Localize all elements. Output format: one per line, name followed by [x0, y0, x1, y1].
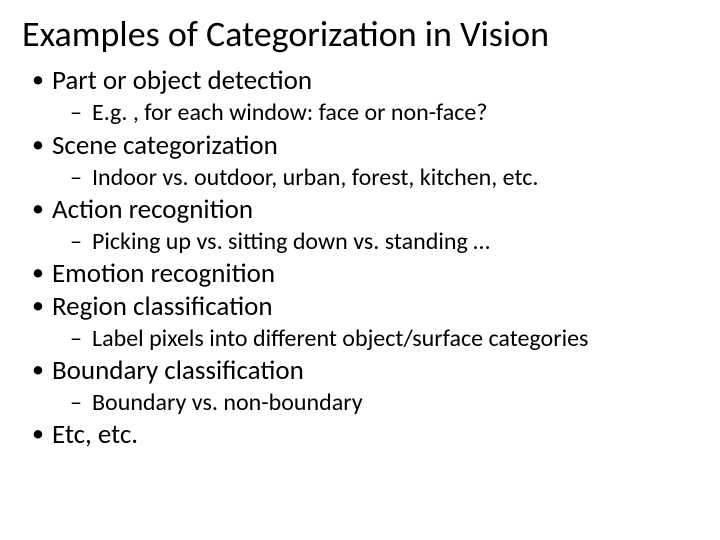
- bullet-text: Part or object detection: [52, 64, 312, 97]
- bullet-text: Etc, etc.: [52, 418, 138, 451]
- bullet-item: Boundary classification Boundary vs. non…: [26, 355, 698, 417]
- sub-item: Indoor vs. outdoor, urban, forest, kitch…: [70, 163, 698, 192]
- sub-item: Label pixels into different object/surfa…: [70, 324, 698, 353]
- bullet-item: Part or object detection E.g. , for each…: [26, 65, 698, 127]
- bullet-item: Emotion recognition: [26, 258, 698, 291]
- bullet-text: Region classification: [52, 290, 273, 323]
- slide-title: Examples of Categorization in Vision: [22, 14, 698, 55]
- bullet-item: Region classification Label pixels into …: [26, 291, 698, 353]
- sub-list: Indoor vs. outdoor, urban, forest, kitch…: [52, 163, 698, 192]
- sub-text: Label pixels into different object/surfa…: [92, 324, 588, 353]
- slide: Examples of Categorization in Vision Par…: [0, 0, 720, 540]
- bullet-text: Emotion recognition: [52, 257, 275, 290]
- bullet-item: Etc, etc.: [26, 419, 698, 452]
- sub-text: Boundary vs. non-boundary: [92, 388, 363, 417]
- bullet-item: Action recognition Picking up vs. sittin…: [26, 194, 698, 256]
- bullet-text: Boundary classification: [52, 354, 304, 387]
- bullet-list: Part or object detection E.g. , for each…: [22, 65, 698, 452]
- sub-list: Boundary vs. non-boundary: [52, 388, 698, 417]
- sub-list: E.g. , for each window: face or non-face…: [52, 98, 698, 127]
- sub-text: E.g. , for each window: face or non-face…: [92, 98, 487, 127]
- bullet-text: Scene categorization: [52, 129, 278, 162]
- sub-text: Indoor vs. outdoor, urban, forest, kitch…: [92, 163, 538, 192]
- sub-list: Label pixels into different object/surfa…: [52, 324, 698, 353]
- sub-item: Boundary vs. non-boundary: [70, 388, 698, 417]
- sub-list: Picking up vs. sitting down vs. standing…: [52, 227, 698, 256]
- sub-item: Picking up vs. sitting down vs. standing…: [70, 227, 698, 256]
- bullet-item: Scene categorization Indoor vs. outdoor,…: [26, 130, 698, 192]
- sub-item: E.g. , for each window: face or non-face…: [70, 98, 698, 127]
- bullet-text: Action recognition: [52, 193, 253, 226]
- sub-text: Picking up vs. sitting down vs. standing…: [92, 227, 490, 256]
